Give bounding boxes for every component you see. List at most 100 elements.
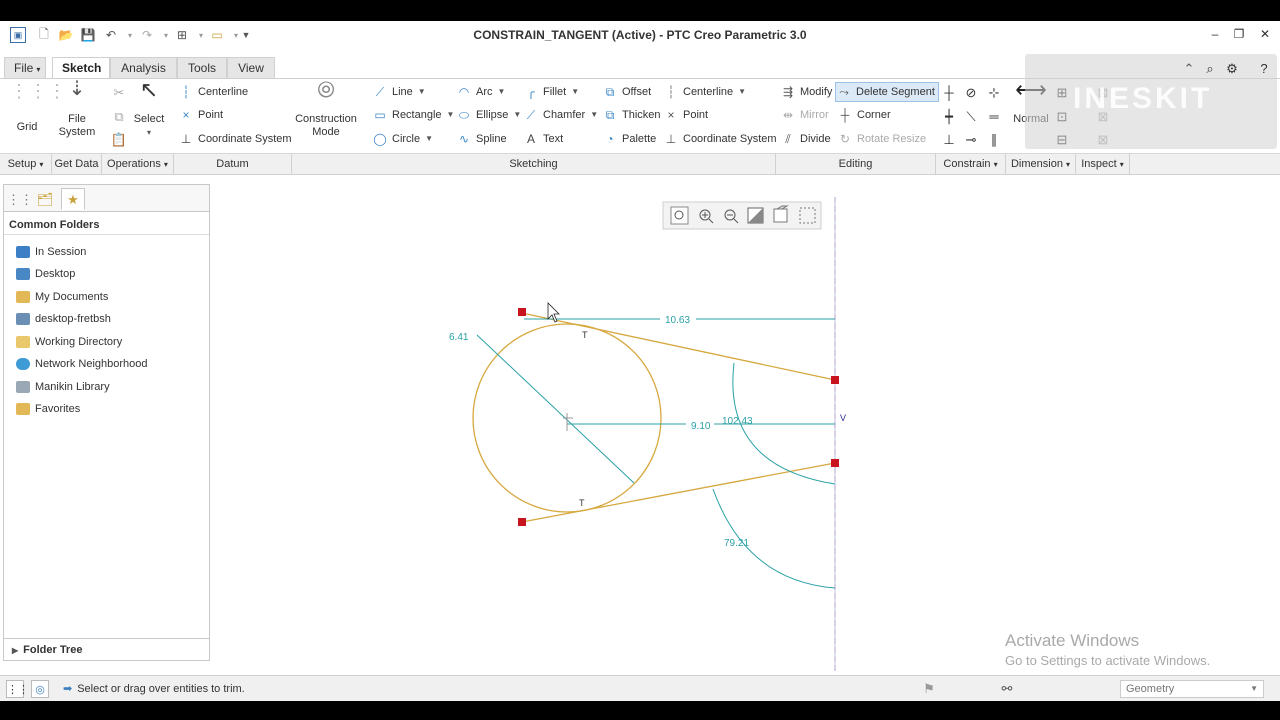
help-icon[interactable]: ?: [1255, 60, 1273, 78]
offset-button[interactable]: ⧉ Offset: [602, 83, 651, 101]
tangent-constraint-bottom[interactable]: T: [579, 498, 585, 508]
delete-segment-label: Delete Segment: [856, 86, 935, 98]
rotate-resize-button[interactable]: ↻ Rotate Resize: [837, 130, 926, 148]
constraint-midpoint-icon[interactable]: ⊹: [985, 84, 1003, 102]
dim-bottom-angle-text[interactable]: 79.21: [724, 538, 749, 549]
constraint-symmetric-icon[interactable]: ═: [985, 108, 1003, 126]
dim-top-length-text[interactable]: 10.63: [665, 315, 690, 326]
construction-point-button[interactable]: × Point: [663, 106, 708, 124]
text-button[interactable]: A Text: [523, 130, 563, 148]
corner-label: Corner: [857, 109, 891, 121]
folder-working-directory[interactable]: Working Directory: [16, 333, 122, 351]
group-inspect[interactable]: Inspect ▾: [1076, 154, 1130, 175]
sketch-geometry[interactable]: [472, 312, 836, 523]
mirror-label: Mirror: [800, 109, 829, 121]
constraint-perpendicular-icon[interactable]: ⊥: [940, 131, 958, 149]
tangent-line-bottom[interactable]: [521, 462, 836, 523]
tab-view[interactable]: View: [227, 57, 275, 79]
spline-button[interactable]: ∿ Spline: [456, 130, 507, 148]
paste-icon[interactable]: 📋: [110, 131, 128, 149]
repaint-icon[interactable]: [747, 207, 764, 224]
rectangle-button[interactable]: ▭ Rectangle ▼: [372, 106, 454, 124]
tab-file[interactable]: File ▾: [4, 57, 46, 79]
navigator-toggle-icon[interactable]: ⋮⋮: [6, 680, 29, 698]
select-button[interactable]: ↖ Select ▾: [131, 79, 167, 139]
group-setup[interactable]: Setup ▾: [0, 154, 52, 175]
group-operations[interactable]: Operations ▾: [102, 154, 174, 175]
flag-icon[interactable]: ⚑: [920, 680, 938, 698]
ellipse-button[interactable]: ⬭ Ellipse ▼: [456, 106, 521, 124]
vertical-constraint[interactable]: V: [840, 413, 846, 423]
constraint-equal-icon[interactable]: ⊸: [962, 131, 980, 149]
folder-browser-tab-icon[interactable]: 🗂: [33, 188, 57, 210]
selection-filter-dropdown[interactable]: Geometry ▼: [1120, 680, 1264, 698]
group-constrain[interactable]: Constrain ▾: [936, 154, 1006, 175]
dim-top-angle-text[interactable]: 102.43: [722, 416, 753, 427]
constraint-horizontal-icon[interactable]: ┿: [940, 108, 958, 126]
browser-toggle-icon[interactable]: ◎: [31, 680, 49, 698]
endpoint-bottom-left[interactable]: [518, 518, 526, 526]
constraint-coincident-icon[interactable]: ⟍: [962, 108, 980, 126]
constraint-tangent-icon[interactable]: ⊘: [962, 84, 980, 102]
endpoint-top-right[interactable]: [831, 376, 839, 384]
close-icon[interactable]: ✕: [1257, 27, 1273, 43]
restore-icon[interactable]: ❐: [1231, 27, 1247, 43]
divide-button[interactable]: ⫽ Divide: [780, 130, 830, 148]
corner-button[interactable]: ┼ Corner: [837, 106, 891, 124]
line-button[interactable]: ⟋ Line ▼: [372, 83, 426, 101]
model-tree-tab-icon[interactable]: ⋮⋮: [6, 188, 33, 210]
modify-button[interactable]: ⇶ Modify: [780, 83, 832, 101]
fillet-button[interactable]: ╭ Fillet ▼: [523, 83, 579, 101]
copy-icon[interactable]: ⧉: [110, 108, 128, 126]
circle-button[interactable]: ◯ Circle ▼: [372, 130, 433, 148]
thicken-button[interactable]: ⧉ Thicken: [602, 106, 661, 124]
tab-tools[interactable]: Tools: [177, 57, 227, 79]
folder-favorites[interactable]: Favorites: [16, 400, 80, 418]
construction-csys-button[interactable]: ⊥ Coordinate System: [663, 130, 777, 148]
tab-analysis[interactable]: Analysis: [110, 57, 177, 79]
search-icon[interactable]: ⌕: [1201, 60, 1219, 78]
construction-mode-button[interactable]: ⦾ Construction Mode: [294, 79, 358, 139]
folder-in-session[interactable]: In Session: [16, 243, 86, 261]
delete-segment-button[interactable]: ⤳ Delete Segment: [835, 82, 939, 102]
folder-desktop[interactable]: Desktop: [16, 265, 75, 283]
datum-csys-button[interactable]: ⊥ Coordinate System: [178, 130, 292, 148]
dim-diameter-text[interactable]: 6.41: [449, 332, 469, 343]
constraint-vertical-icon[interactable]: ┼: [940, 84, 958, 102]
arc-button[interactable]: ◠ Arc ▼: [456, 83, 506, 101]
file-system-button[interactable]: ⇣ File System: [57, 79, 97, 139]
construction-centerline-button[interactable]: ┆ Centerline ▼: [663, 83, 746, 101]
sketch-endpoints[interactable]: [518, 308, 839, 526]
tab-sketch[interactable]: Sketch: [52, 57, 110, 80]
folder-my-documents[interactable]: My Documents: [16, 288, 108, 306]
tangent-constraint-top[interactable]: T: [582, 330, 588, 340]
settings-icon[interactable]: ⚙: [1223, 60, 1241, 78]
endpoint-top-left[interactable]: [518, 308, 526, 316]
datum-csys-label: Coordinate System: [198, 133, 292, 145]
cut-icon[interactable]: ✂: [110, 84, 128, 102]
datum-point-button[interactable]: × Point: [178, 106, 223, 124]
chamfer-button[interactable]: ⟋ Chamfer ▼: [523, 106, 598, 124]
folder-network-neighborhood[interactable]: Network Neighborhood: [16, 355, 148, 373]
favorites-tab-icon[interactable]: ★: [61, 188, 85, 210]
group-dimension[interactable]: Dimension ▾: [1006, 154, 1076, 175]
construction-mode-label: Construction Mode: [295, 113, 357, 138]
dim-center-offset-text[interactable]: 9.10: [691, 421, 711, 432]
construction-point-label: Point: [683, 109, 709, 121]
folder-desktop-fretbsh[interactable]: desktop-fretbsh: [16, 310, 111, 328]
constraint-parallel-icon[interactable]: ∥: [985, 131, 1003, 149]
minimize-ribbon-icon[interactable]: ⌃: [1180, 60, 1198, 78]
palette-button[interactable]: ◔ Palette: [602, 130, 656, 148]
binoculars-icon[interactable]: ⚯: [998, 680, 1016, 698]
mirror-button[interactable]: ⇹ Mirror: [780, 106, 829, 124]
refit-icon[interactable]: [670, 206, 689, 225]
datum-centerline-button[interactable]: ┆ Centerline: [178, 83, 248, 101]
chevron-down-icon: ▾: [993, 160, 998, 169]
grid-button[interactable]: ⋮⋮⋮ Grid: [10, 82, 66, 134]
folder-manikin-library[interactable]: Manikin Library: [16, 378, 110, 396]
minimize-icon[interactable]: –: [1207, 27, 1223, 43]
sketch-canvas[interactable]: 10.63 6.41 9.10 102.43 79.21 T T V: [215, 176, 1280, 671]
selection-filter-value: Geometry: [1126, 683, 1175, 695]
endpoint-bottom-right[interactable]: [831, 459, 839, 467]
folder-tree-toggle[interactable]: ▶ Folder Tree: [4, 638, 209, 660]
